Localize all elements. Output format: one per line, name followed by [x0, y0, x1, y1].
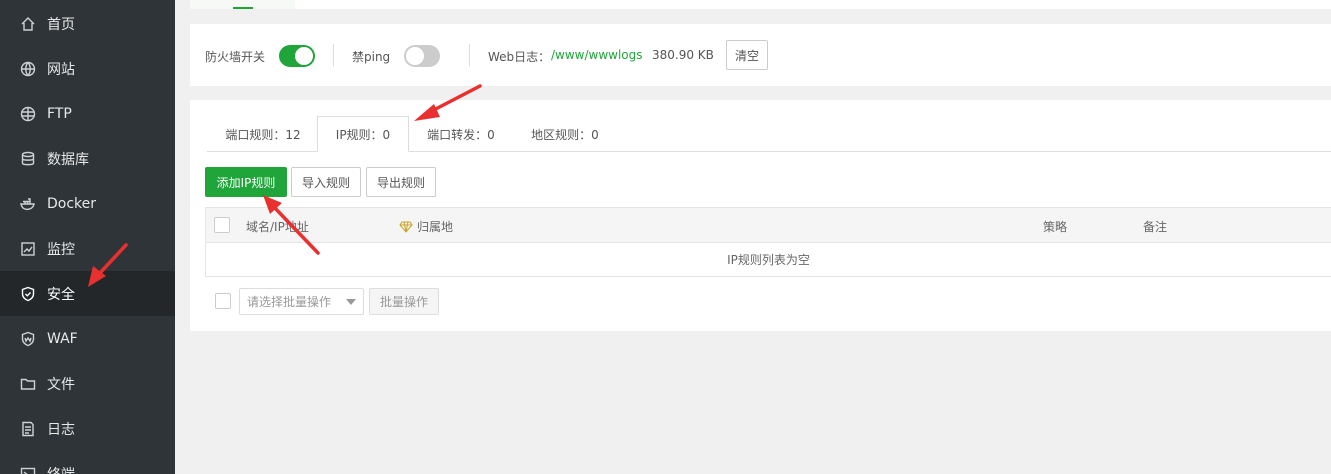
table-header: 域名/IP地址 归属地 策略 备注 [206, 208, 1331, 243]
select-all-checkbox[interactable] [214, 217, 230, 233]
sidebar-item-files[interactable]: 文件 [0, 361, 175, 406]
sidebar-item-database[interactable]: 数据库 [0, 136, 175, 181]
tab-port-forward[interactable]: 端口转发：0 [416, 116, 506, 152]
sidebar-item-label: 首页 [47, 16, 75, 33]
sidebar-item-label: 数据库 [47, 151, 89, 168]
rules-panel: 端口规则：12 IP规则：0 端口转发：0 地区规则：0 添加IP规则 导入规则… [190, 100, 1331, 331]
weblog-path-link[interactable]: /www/wwwlogs [551, 48, 643, 62]
column-location-label: 归属地 [417, 220, 454, 234]
weblog-label: Web日志： [488, 50, 551, 64]
weblog-size: 380.90 KB [652, 48, 714, 62]
sidebar-item-label: 文件 [47, 376, 75, 393]
sidebar-item-label: Docker [47, 195, 97, 212]
table-empty-message: IP规则列表为空 [727, 253, 810, 267]
monitor-chart-icon [20, 241, 36, 257]
batch-operation-select[interactable]: 请选择批量操作 [239, 288, 364, 315]
sidebar: 首页 网站 FTP 数据库 Docker 监控 安全 WAF 文件 日志 终端 [0, 0, 175, 474]
toggle-knob [406, 47, 424, 65]
column-remark: 备注 [1143, 220, 1168, 234]
sidebar-item-label: 安全 [47, 286, 75, 303]
ftp-globe-icon [20, 106, 36, 122]
sidebar-item-logs[interactable]: 日志 [0, 406, 175, 451]
folder-icon [20, 376, 36, 392]
column-address: 域名/IP地址 [246, 220, 309, 234]
toggle-knob [295, 47, 313, 65]
sidebar-item-label: 网站 [47, 61, 75, 78]
home-icon [20, 16, 36, 32]
batch-select-placeholder: 请选择批量操作 [247, 295, 332, 309]
firewall-control-panel: 防火墙开关 禁ping Web日志： /www/wwwlogs 380.90 K… [190, 24, 1331, 86]
tab-port-rules[interactable]: 端口规则：12 [208, 116, 318, 152]
column-strategy: 策略 [1043, 220, 1068, 234]
clear-log-button[interactable]: 清空 [726, 40, 768, 70]
batch-select-checkbox[interactable] [215, 293, 231, 309]
ip-rules-table: 域名/IP地址 归属地 策略 备注 IP规则列表为空 [205, 207, 1331, 277]
sidebar-item-website[interactable]: 网站 [0, 46, 175, 91]
sidebar-item-monitor[interactable]: 监控 [0, 226, 175, 271]
terminal-icon [20, 466, 36, 474]
top-card [190, 0, 1331, 9]
docker-icon [20, 196, 36, 212]
sidebar-item-terminal[interactable]: 终端 [0, 451, 175, 474]
shield-check-icon [20, 286, 36, 302]
column-location[interactable]: 归属地 [399, 218, 453, 235]
firewall-switch-label: 防火墙开关 [205, 50, 266, 64]
chevron-down-icon [346, 299, 356, 305]
divider [469, 44, 470, 66]
database-icon [20, 151, 36, 167]
sidebar-item-label: WAF [47, 330, 78, 347]
tab-ip-rules[interactable]: IP规则：0 [317, 116, 409, 152]
tab-region-rules[interactable]: 地区规则：0 [520, 116, 610, 152]
sidebar-item-waf[interactable]: WAF [0, 316, 175, 361]
log-document-icon [20, 421, 36, 437]
ping-toggle[interactable] [404, 45, 440, 67]
sidebar-item-label: 日志 [47, 421, 75, 438]
globe-icon [20, 61, 36, 77]
top-tab-active-indicator [233, 7, 253, 9]
sidebar-item-label: 终端 [47, 464, 75, 474]
sidebar-item-docker[interactable]: Docker [0, 181, 175, 226]
divider [333, 44, 334, 66]
sidebar-item-security[interactable]: 安全 [0, 271, 175, 316]
diamond-vip-icon [399, 221, 413, 233]
sidebar-item-ftp[interactable]: FTP [0, 91, 175, 136]
sidebar-item-label: FTP [47, 105, 72, 122]
sidebar-item-label: 监控 [47, 241, 75, 258]
add-ip-rule-button[interactable]: 添加IP规则 [205, 167, 287, 197]
import-rules-button[interactable]: 导入规则 [291, 167, 361, 197]
sidebar-item-home[interactable]: 首页 [0, 1, 175, 46]
waf-shield-icon [20, 331, 36, 347]
export-rules-button[interactable]: 导出规则 [366, 167, 436, 197]
batch-operation-button[interactable]: 批量操作 [369, 288, 439, 315]
firewall-toggle[interactable] [279, 45, 315, 67]
ping-switch-label: 禁ping [352, 50, 391, 64]
